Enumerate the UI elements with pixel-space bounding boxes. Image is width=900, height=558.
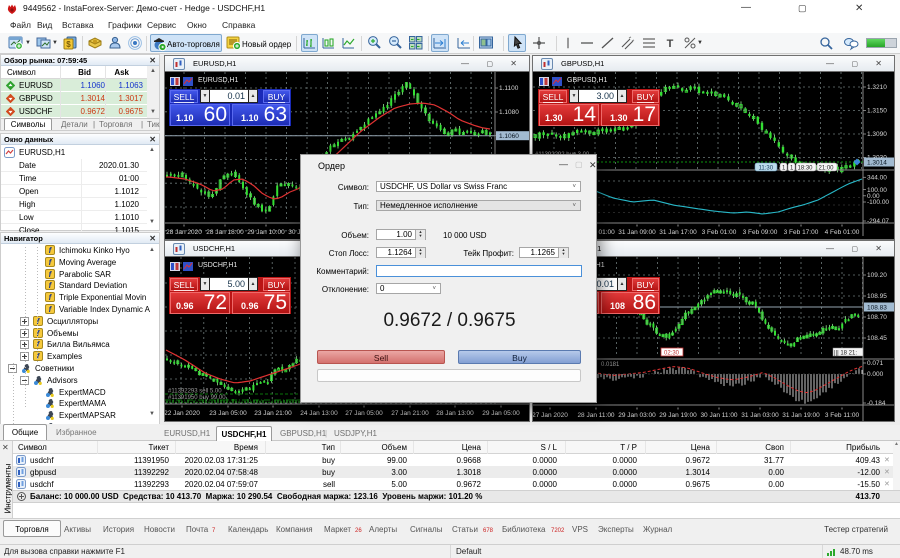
svg-text:21:00: 21:00: [819, 165, 835, 171]
svg-text:24 Jan 13:00: 24 Jan 13:00: [300, 410, 338, 417]
svg-text:1.1100: 1.1100: [499, 85, 519, 92]
svg-text:29 Jan 10:00: 29 Jan 10:00: [247, 229, 285, 236]
svg-text:1.3014: 1.3014: [867, 160, 887, 167]
svg-text:3 Feb 11:00: 3 Feb 11:00: [825, 412, 860, 419]
svg-text:1.1060: 1.1060: [499, 133, 519, 140]
svg-text:$: $: [66, 40, 71, 49]
svg-text:3 Feb 01:00: 3 Feb 01:00: [702, 229, 737, 236]
svg-text:11:30: 11:30: [759, 165, 774, 171]
svg-text:108.83: 108.83: [867, 305, 887, 312]
svg-text:28 Jan 13:00: 28 Jan 13:00: [436, 410, 474, 417]
svg-text:23 Jan 21:00: 23 Jan 21:00: [254, 410, 292, 417]
svg-text:28 Jan 18:00: 28 Jan 18:00: [206, 229, 244, 236]
svg-text:1.3090: 1.3090: [867, 131, 887, 138]
svg-text:#11391950 buy 99.00: #11391950 buy 99.00: [168, 395, 226, 401]
svg-text:29 Jan 05:00: 29 Jan 05:00: [482, 410, 520, 417]
svg-text:108.95: 108.95: [867, 293, 887, 300]
svg-text:108.70: 108.70: [867, 314, 887, 321]
svg-text:28 Jan 2020: 28 Jan 2020: [166, 229, 202, 236]
svg-text:4 Feb 01:00: 4 Feb 01:00: [825, 229, 860, 236]
svg-text:||| 18 21:: ||| 18 21:: [834, 351, 857, 357]
svg-text:29 Jan 03:00: 29 Jan 03:00: [618, 412, 656, 419]
svg-text:108.45: 108.45: [867, 335, 887, 342]
svg-text:344.00: 344.00: [867, 175, 887, 182]
svg-text:1.3210: 1.3210: [867, 84, 887, 91]
svg-text:29 Jan 19:00: 29 Jan 19:00: [659, 412, 697, 419]
svg-text:3 Feb 17:00: 3 Feb 17:00: [784, 229, 819, 236]
svg-text:-100.00: -100.00: [867, 199, 889, 206]
svg-text:28 Jan 11:00: 28 Jan 11:00: [577, 412, 614, 419]
svg-text:1.1080: 1.1080: [499, 109, 519, 116]
svg-text:27 Jan 2020: 27 Jan 2020: [533, 412, 568, 419]
svg-text:30 Jan 11:00: 30 Jan 11:00: [700, 412, 737, 419]
svg-text:0.000: 0.000: [867, 371, 884, 378]
svg-text:0.071: 0.071: [867, 360, 884, 367]
svg-text:31 Jan 17:00: 31 Jan 17:00: [659, 229, 697, 236]
svg-text:27 Jan 21:00: 27 Jan 21:00: [391, 410, 429, 417]
svg-text:1.3150: 1.3150: [867, 108, 887, 115]
svg-text:27 Jan 05:00: 27 Jan 05:00: [345, 410, 383, 417]
svg-text:18:30: 18:30: [798, 165, 814, 171]
svg-text:31 Jan 03:00: 31 Jan 03:00: [741, 412, 779, 419]
svg-text:3 Feb 09:00: 3 Feb 09:00: [743, 229, 778, 236]
svg-text:02:30: 02:30: [664, 351, 680, 357]
svg-text:22 Jan 2020: 22 Jan 2020: [165, 410, 200, 417]
svg-text:T: T: [667, 38, 674, 50]
svg-text:-294.07: -294.07: [867, 218, 889, 225]
svg-text:31 Jan 09:00: 31 Jan 09:00: [618, 229, 656, 236]
svg-text:23 Jan 05:00: 23 Jan 05:00: [209, 410, 247, 417]
svg-text:109.20: 109.20: [867, 272, 887, 279]
svg-text:#11392293 sell 5.00: #11392293 sell 5.00: [168, 389, 222, 395]
svg-text:-0.184: -0.184: [867, 400, 886, 407]
svg-text:0.0181: 0.0181: [601, 362, 620, 368]
svg-text:31 Jan 19:00: 31 Jan 19:00: [782, 412, 820, 419]
